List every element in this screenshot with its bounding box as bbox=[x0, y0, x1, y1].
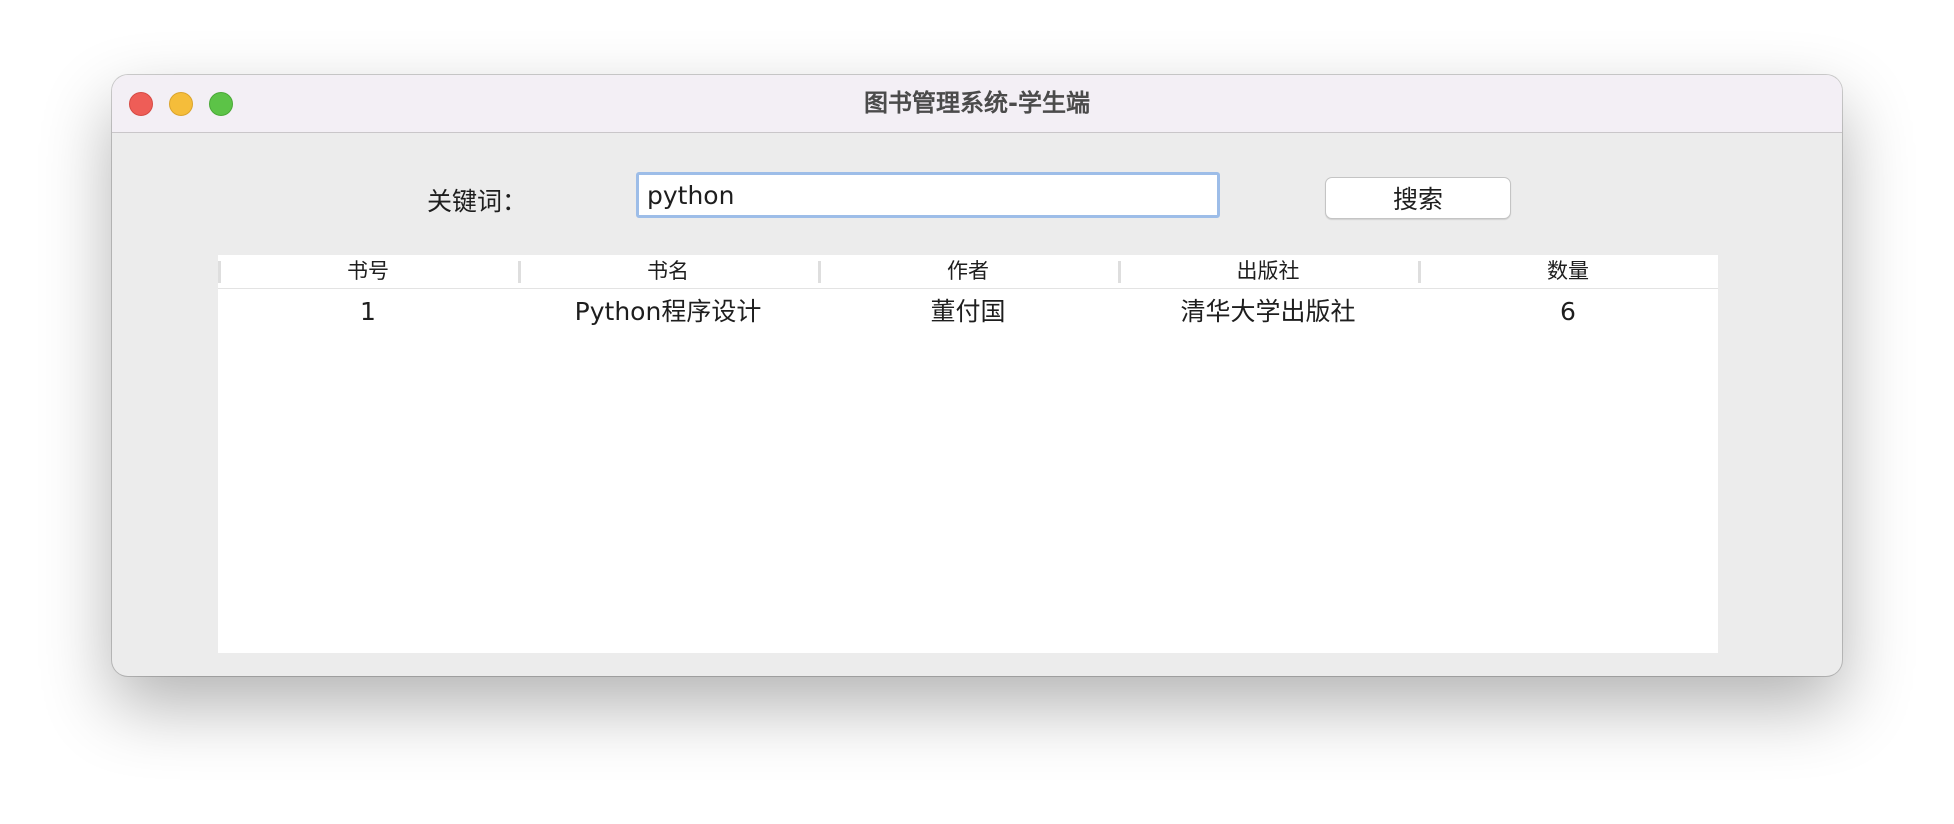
column-divider[interactable] bbox=[218, 261, 221, 283]
cell-publisher: 清华大学出版社 bbox=[1180, 297, 1356, 326]
results-table: 书号 书名 作者 出版社 数量 1 Python程序设计 董付国 清华大学出版社… bbox=[218, 255, 1718, 653]
cell-author: 董付国 bbox=[930, 297, 1006, 326]
window-title: 图书管理系统-学生端 bbox=[864, 89, 1090, 117]
column-divider[interactable] bbox=[518, 261, 521, 283]
column-header-label: 出版社 bbox=[1236, 259, 1300, 283]
column-header-label: 数量 bbox=[1547, 259, 1589, 283]
keyword-label: 关键词： bbox=[427, 187, 528, 216]
column-header-book-id[interactable]: 书号 bbox=[218, 255, 518, 288]
cell-book-id: 1 bbox=[360, 297, 376, 326]
keyword-input[interactable] bbox=[636, 172, 1220, 218]
column-header-label: 书号 bbox=[347, 259, 389, 283]
column-header-label: 作者 bbox=[947, 259, 989, 283]
table-header: 书号 书名 作者 出版社 数量 bbox=[218, 255, 1718, 289]
table-row[interactable]: 1 Python程序设计 董付国 清华大学出版社 6 bbox=[218, 289, 1718, 335]
title-bar[interactable]: 图书管理系统-学生端 bbox=[112, 75, 1842, 133]
column-header-author[interactable]: 作者 bbox=[818, 255, 1118, 288]
cell-title: Python程序设计 bbox=[574, 297, 762, 326]
column-header-title[interactable]: 书名 bbox=[518, 255, 818, 288]
column-divider[interactable] bbox=[818, 261, 821, 283]
column-header-publisher[interactable]: 出版社 bbox=[1118, 255, 1418, 288]
column-header-quantity[interactable]: 数量 bbox=[1418, 255, 1718, 288]
app-window: 图书管理系统-学生端 关键词： 搜索 书号 书名 作者 出版社 bbox=[112, 75, 1842, 676]
column-divider[interactable] bbox=[1418, 261, 1421, 283]
search-button[interactable]: 搜索 bbox=[1325, 177, 1511, 219]
cell-quantity: 6 bbox=[1560, 297, 1576, 326]
column-divider[interactable] bbox=[1118, 261, 1121, 283]
column-header-label: 书名 bbox=[647, 259, 689, 283]
